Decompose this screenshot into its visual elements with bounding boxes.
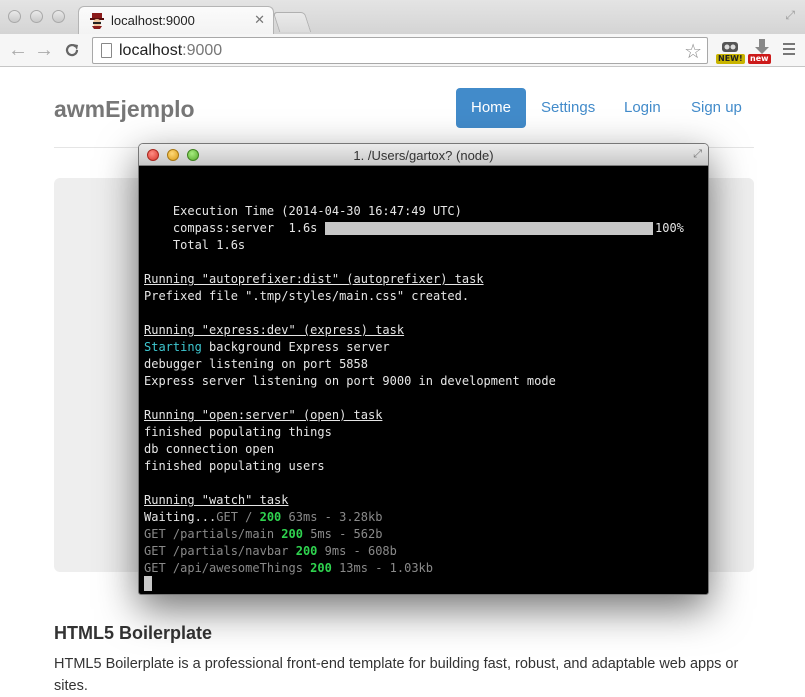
terminal-output[interactable]: Execution Time (2014-04-30 16:47:49 UTC)… <box>139 166 708 594</box>
terminal-title: 1. /Users/gartox? (node) <box>353 148 494 163</box>
terminal-line: Express server listening on port 9000 in… <box>144 374 556 388</box>
exec-time-line: Execution Time (2014-04-30 16:47:49 UTC) <box>144 204 462 218</box>
new-tab-button[interactable] <box>272 12 312 32</box>
forward-arrow-icon[interactable]: → <box>34 38 54 62</box>
request-line: GET /partials/main 200 5ms - 562b <box>144 527 383 541</box>
window-close-button[interactable] <box>8 10 21 23</box>
section-paragraph: HTML5 Boilerplate is a professional fron… <box>54 656 739 694</box>
request-line: GET /api/awesomeThings 200 13ms - 1.03kb <box>144 561 434 575</box>
terminal-line: Prefixed file ".tmp/styles/main.css" cre… <box>144 289 470 303</box>
reload-icon[interactable] <box>64 42 80 58</box>
section-heading: HTML5 Boilerplate <box>54 623 213 643</box>
bookmark-star-icon[interactable]: ☆ <box>684 39 702 64</box>
address-bar[interactable]: localhost:9000 ☆ <box>92 37 708 64</box>
total-line: Total 1.6s <box>144 238 246 252</box>
page-icon <box>101 43 112 58</box>
browser-tab[interactable]: localhost:9000 ✕ <box>78 6 274 34</box>
task-header: Running "watch" task <box>144 493 289 507</box>
url-text: localhost:9000 <box>119 42 223 59</box>
nav-login[interactable]: Login <box>609 88 676 128</box>
fullscreen-icon[interactable]: ⤢ <box>785 8 795 23</box>
nav-settings[interactable]: Settings <box>526 88 610 128</box>
terminal-fullscreen-icon[interactable]: ⤢ <box>693 148 702 161</box>
compass-line: compass:server 1.6s <box>144 221 318 235</box>
menu-icon[interactable] <box>783 43 795 55</box>
tab-strip: localhost:9000 ✕ ⤢ <box>0 0 805 34</box>
nav-home[interactable]: Home <box>456 88 527 128</box>
terminal-line: finished populating users <box>144 459 325 473</box>
request-line: GET /partials/navbar 200 9ms - 608b <box>144 544 397 558</box>
yeoman-favicon-icon <box>90 13 104 29</box>
terminal-line: Starting background Express server <box>144 340 390 354</box>
terminal-line: db connection open <box>144 442 275 456</box>
browser-toolbar: ← → localhost:9000 ☆ NEW! new <box>0 34 805 67</box>
site-brand[interactable]: awmEjemplo <box>54 96 195 123</box>
task-header: Running "express:dev" (express) task <box>144 323 405 337</box>
window-zoom-button[interactable] <box>52 10 65 23</box>
tab-title: localhost:9000 <box>111 13 195 28</box>
terminal-cursor <box>144 576 152 591</box>
request-line: Waiting...GET / 200 63ms - 3.28kb <box>144 510 383 524</box>
window-minimize-button[interactable] <box>30 10 43 23</box>
compass-progress-bar <box>325 222 653 235</box>
back-arrow-icon[interactable]: ← <box>8 38 28 62</box>
terminal-titlebar[interactable]: 1. /Users/gartox? (node) ⤢ <box>139 144 708 166</box>
nav-signup[interactable]: Sign up <box>676 88 757 128</box>
terminal-line: finished populating things <box>144 425 332 439</box>
task-header: Running "autoprefixer:dist" (autoprefixe… <box>144 272 484 286</box>
terminal-window[interactable]: 1. /Users/gartox? (node) ⤢ Execution Tim… <box>138 143 709 595</box>
extension-new-icon[interactable]: NEW! <box>716 38 745 64</box>
extension-download-icon[interactable]: new <box>748 38 776 64</box>
compass-percent: 100% <box>655 221 684 235</box>
terminal-line: debugger listening on port 5858 <box>144 357 368 371</box>
tab-close-icon[interactable]: ✕ <box>254 12 265 28</box>
task-header: Running "open:server" (open) task <box>144 408 383 422</box>
